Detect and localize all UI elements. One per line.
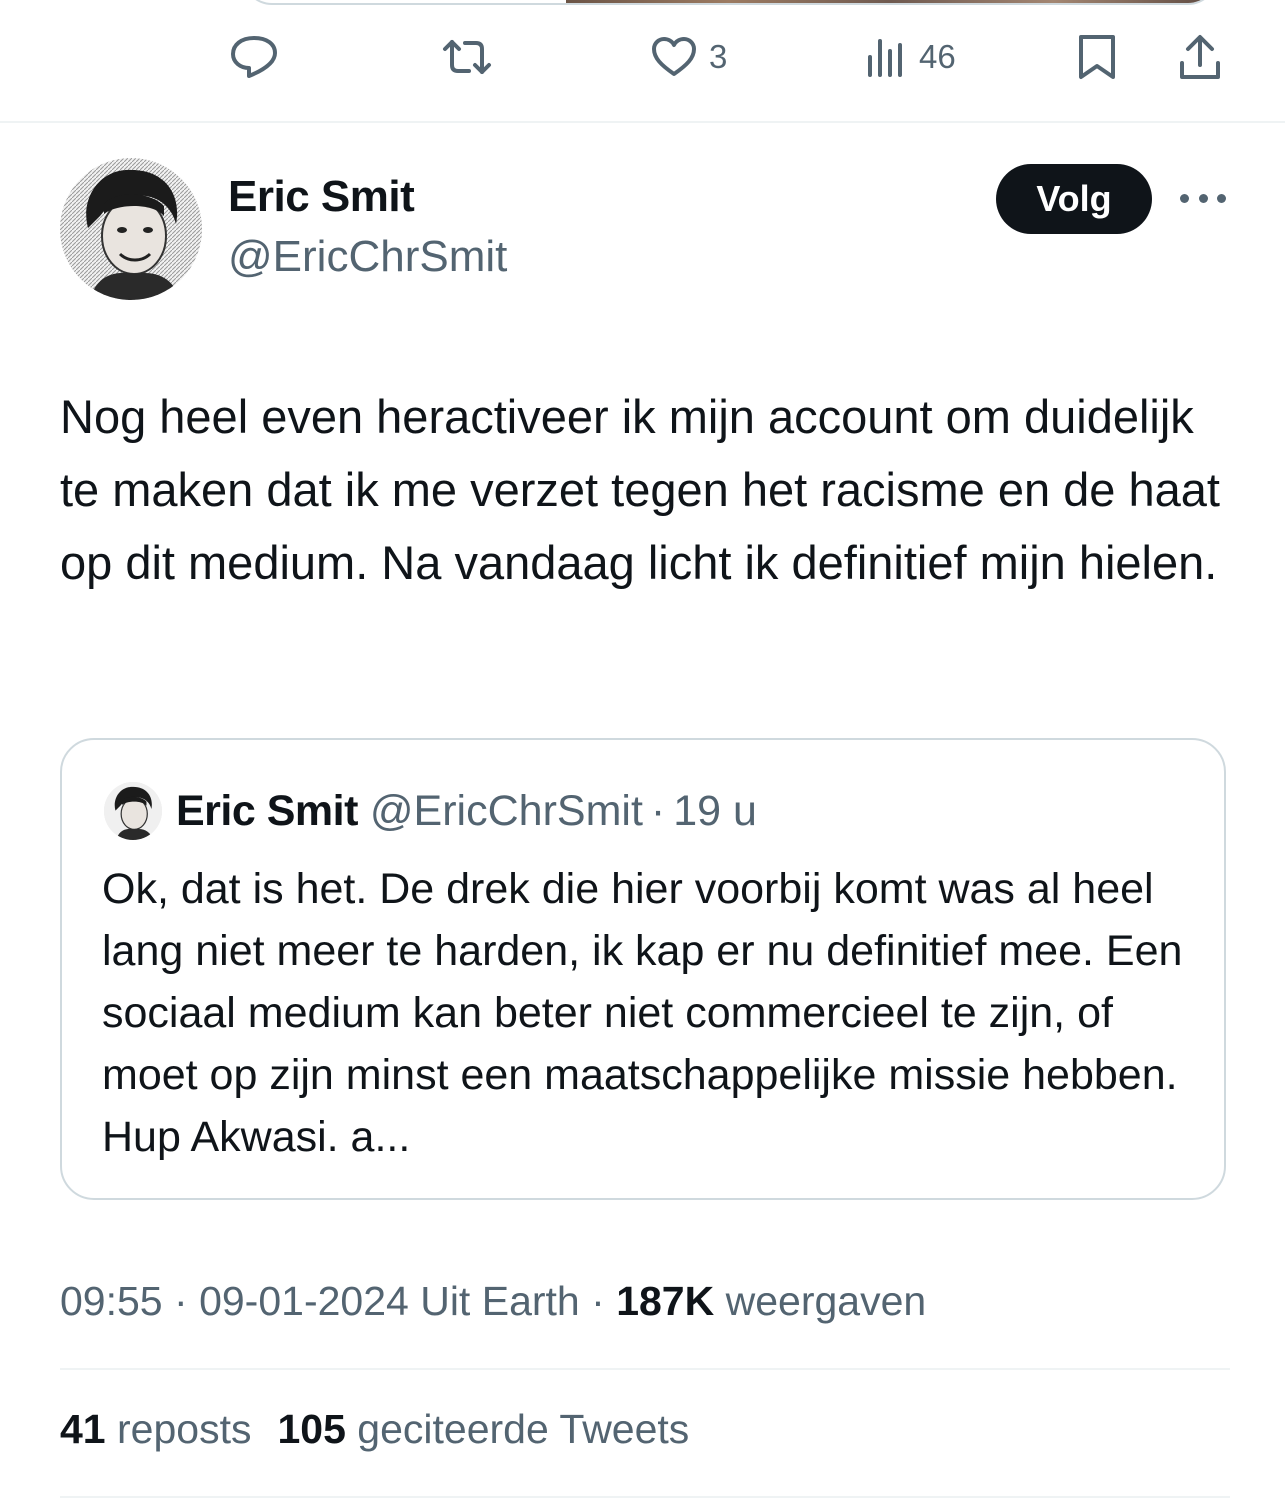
reposts-stat[interactable]: 41 reposts [60, 1406, 251, 1452]
previous-tweet-media[interactable] [242, 0, 1218, 5]
media-image-strip [566, 0, 1216, 3]
tweet-source: Uit Earth [420, 1278, 580, 1324]
more-options-icon[interactable] [1180, 180, 1226, 216]
previous-tweet-action-bar: 3 46 [0, 25, 1285, 89]
tweet-stats: 41 reposts 105 geciteerde Tweets [60, 1406, 689, 1453]
author-name[interactable]: Eric Smit [228, 172, 415, 222]
tweet-meta: 09:55 · 09-01-2024 Uit Earth · 187K weer… [60, 1278, 926, 1325]
repost-icon [441, 37, 493, 77]
divider [60, 1368, 1230, 1370]
separator-dot: · [650, 786, 666, 835]
reposts-count: 41 [60, 1406, 106, 1452]
like-button[interactable]: 3 [651, 25, 727, 89]
views-button[interactable]: 46 [865, 25, 956, 89]
reposts-label: reposts [117, 1406, 252, 1452]
reply-button[interactable] [229, 25, 279, 89]
tweet-time[interactable]: 09:55 [60, 1278, 163, 1324]
quoted-timestamp: 19 u [673, 786, 757, 835]
views-icon [865, 35, 907, 79]
divider [0, 121, 1285, 123]
quoted-tweet[interactable]: Eric Smit @EricChrSmit · 19 u Ok, dat is… [60, 738, 1226, 1200]
bookmark-icon [1077, 33, 1117, 81]
quoted-header: Eric Smit @EricChrSmit · 19 u [176, 782, 757, 840]
views-label: weergaven [725, 1278, 927, 1324]
follow-button[interactable]: Volg [996, 164, 1152, 234]
tweet-detail-page: 3 46 Eric Smit @EricChrSmit Volg Nog hee… [0, 0, 1285, 1509]
divider [60, 1496, 1230, 1498]
reply-icon [229, 34, 279, 80]
views-count: 46 [919, 38, 956, 75]
separator-dot: · [591, 1278, 605, 1324]
quotes-stat[interactable]: 105 geciteerde Tweets [277, 1406, 689, 1452]
author-handle[interactable]: @EricChrSmit [228, 232, 507, 282]
bookmark-button[interactable] [1077, 25, 1117, 89]
quoted-avatar [104, 782, 162, 840]
repost-button[interactable] [441, 25, 493, 89]
views-total: 187K [616, 1278, 715, 1324]
share-button[interactable] [1178, 25, 1222, 89]
share-icon [1178, 33, 1222, 81]
like-count: 3 [709, 38, 728, 75]
quoted-tweet-text: Ok, dat is het. De drek die hier voorbij… [102, 865, 1183, 1161]
quotes-count: 105 [277, 1406, 346, 1452]
separator-dot: · [174, 1278, 188, 1324]
avatar[interactable] [60, 158, 202, 300]
quoted-author-handle: @EricChrSmit [369, 786, 643, 835]
quoted-author-name: Eric Smit [176, 786, 358, 835]
tweet-text: Nog heel even heractiveer ik mijn accoun… [60, 390, 1220, 589]
heart-icon [651, 36, 697, 78]
quotes-label: geciteerde Tweets [357, 1406, 690, 1452]
tweet-date[interactable]: 09-01-2024 [199, 1278, 409, 1324]
